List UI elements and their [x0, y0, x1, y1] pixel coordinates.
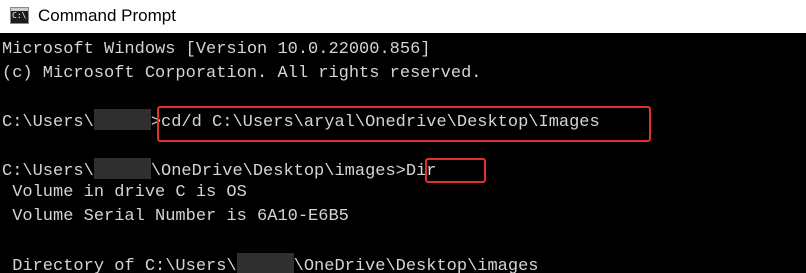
- terminal-icon-glyph: C:\: [12, 11, 27, 20]
- redacted-username: [236, 253, 294, 273]
- prompt-2-suffix: \OneDrive\Desktop\images>: [150, 162, 406, 181]
- command-prompt-window: C:\ Command Prompt Microsoft Windows [Ve…: [0, 0, 806, 273]
- prompt-1-prefix: C:\Users\: [2, 113, 94, 132]
- prompt-2-prefix: C:\Users\: [2, 162, 94, 181]
- terminal-icon: C:\: [10, 7, 29, 24]
- banner-copyright-line: (c) Microsoft Corporation. All rights re…: [2, 64, 482, 83]
- redacted-username: [93, 109, 151, 130]
- volume-line: Volume in drive C is OS: [2, 183, 247, 202]
- serial-number-line: Volume Serial Number is 6A10-E6B5: [2, 207, 349, 226]
- directory-suffix: \OneDrive\Desktop\images: [293, 257, 539, 273]
- directory-prefix: Directory of C:\Users\: [2, 257, 237, 273]
- command-1-highlight: [157, 106, 651, 142]
- directory-line: Directory of C:\Users\ \OneDrive\Desktop\…: [2, 253, 538, 273]
- command-2-highlight: [425, 158, 486, 183]
- window-title: Command Prompt: [38, 6, 176, 25]
- banner-version-line: Microsoft Windows [Version 10.0.22000.85…: [2, 40, 431, 59]
- title-bar[interactable]: C:\ Command Prompt: [0, 0, 806, 33]
- console-output[interactable]: Microsoft Windows [Version 10.0.22000.85…: [0, 33, 806, 273]
- redacted-username: [93, 158, 151, 179]
